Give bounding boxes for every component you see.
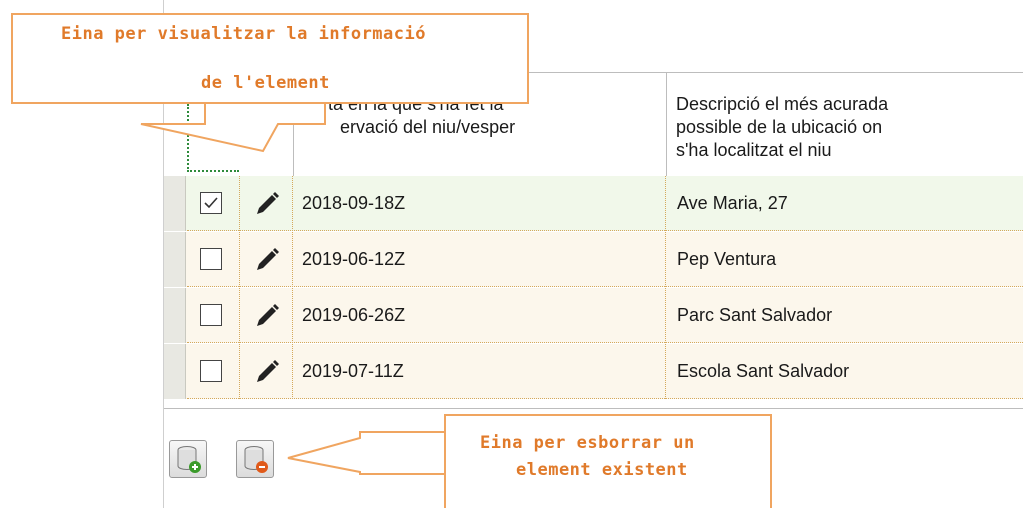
callout-delete-line2: element existent bbox=[516, 460, 688, 480]
callout-info-line1: Eina per visualitzar la informació bbox=[61, 24, 426, 44]
callout-info-tool: Eina per visualitzar la informació de l'… bbox=[11, 13, 529, 104]
callout-delete-line1: Eina per esborrar un bbox=[480, 433, 695, 453]
callout-info-line2: de l'element bbox=[201, 73, 330, 93]
callout-delete-tool: Eina per esborrar un element existent bbox=[444, 414, 772, 508]
